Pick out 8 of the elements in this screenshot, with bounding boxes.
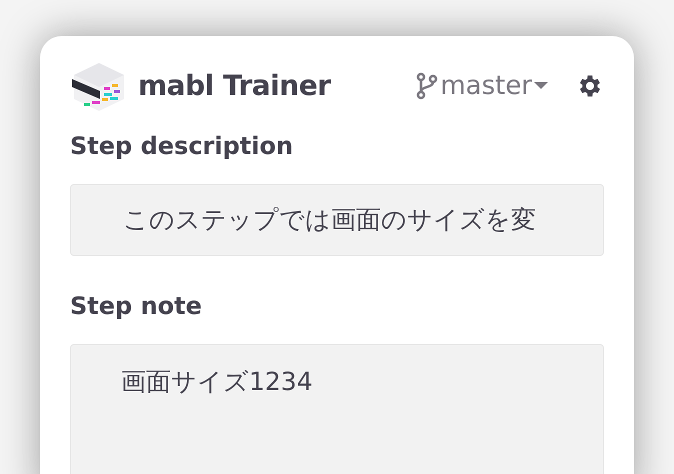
textarea-field[interactable]: 画面サイズ1234 — [70, 344, 604, 474]
input-field[interactable]: このステップでは画面のサイズを変 — [70, 184, 604, 256]
app-title: mabl Trainer — [138, 68, 331, 104]
field-label: Step description — [70, 131, 294, 162]
branch-icon — [416, 72, 438, 100]
branch-dropdown[interactable]: master — [416, 66, 548, 106]
field-label: Step note — [70, 291, 203, 322]
caret-icon — [534, 82, 548, 90]
